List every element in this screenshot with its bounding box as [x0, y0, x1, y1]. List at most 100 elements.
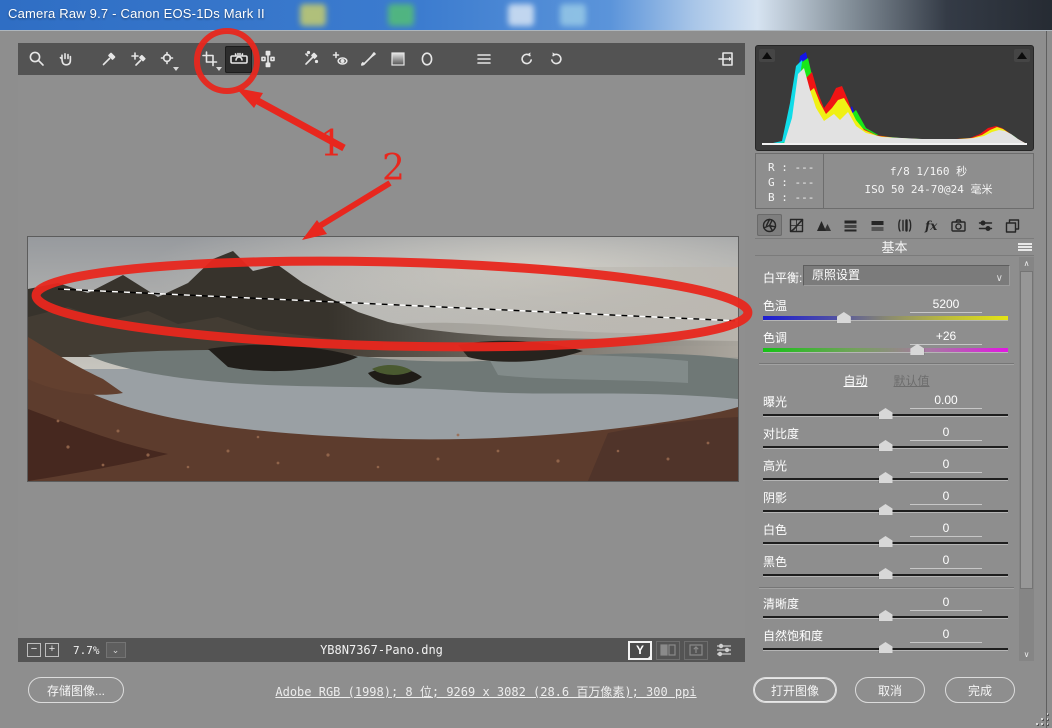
slider-value-field[interactable]: 0.00: [910, 393, 982, 409]
targeted-adjustment-tool-icon[interactable]: [153, 46, 180, 73]
tab-split-toning[interactable]: [865, 214, 890, 236]
iso-lens-label: ISO 50 24-70@24 毫米: [865, 183, 993, 197]
slider-value-field[interactable]: 5200: [910, 297, 982, 313]
hand-tool-icon[interactable]: [52, 46, 79, 73]
crop-tool-icon[interactable]: [196, 46, 223, 73]
menu-list-icon[interactable]: [470, 46, 497, 73]
slider-temperature: 色温 5200: [763, 295, 1010, 327]
scrollbar-thumb[interactable]: [1020, 271, 1033, 589]
zoom-level-dropdown[interactable]: ⌄: [106, 642, 126, 658]
slider-value-field[interactable]: 0: [910, 425, 982, 441]
slider-track[interactable]: [763, 510, 1008, 513]
slider-track[interactable]: [763, 316, 1008, 321]
wb-sliders-group: 色温 5200 色调 +26: [755, 295, 1018, 359]
slider-value-field[interactable]: 0: [910, 595, 982, 611]
save-image-button[interactable]: 存储图像...: [28, 677, 124, 703]
zoom-level-value[interactable]: 7.7%: [73, 644, 100, 657]
before-after-split-button[interactable]: [656, 641, 680, 660]
detail-sliders-group: 清晰度 0 自然饱和度 0: [755, 593, 1018, 657]
preview-toolbar: − + 7.7% ⌄ YB8N7367-Pano.dng Y: [18, 638, 745, 662]
graduated-filter-tool-icon[interactable]: [384, 46, 411, 73]
dialog-footer: 存储图像... Adobe RGB (1998); 8 位; 9269 x 30…: [0, 661, 1052, 728]
white-balance-row: 白平衡: 原照设置 ∨: [755, 265, 1018, 295]
radial-filter-tool-icon[interactable]: [413, 46, 440, 73]
tab-presets[interactable]: [973, 214, 998, 236]
tone-sliders-group: 曝光 0.00 对比度 0 高光 0 阴影 0 白色 0 黑色 0: [755, 391, 1018, 583]
tab-lens-corrections[interactable]: [892, 214, 917, 236]
straighten-tool-icon[interactable]: [225, 46, 252, 73]
rotate-right-icon[interactable]: [542, 46, 569, 73]
slider-track[interactable]: [763, 648, 1008, 651]
slider-thumb[interactable]: [879, 536, 893, 547]
panel-menu-icon[interactable]: [1018, 242, 1032, 254]
panel-scrollbar[interactable]: ∧ ∨: [1019, 257, 1034, 661]
slider-thumb[interactable]: [879, 408, 893, 419]
auto-link[interactable]: 自动: [843, 372, 867, 389]
zoom-in-button[interactable]: +: [45, 643, 59, 657]
tab-hsl-grayscale[interactable]: [838, 214, 863, 236]
slider-track[interactable]: [763, 348, 1008, 353]
slider-track[interactable]: [763, 542, 1008, 545]
done-button[interactable]: 完成: [945, 677, 1015, 703]
scroll-up-icon[interactable]: ∧: [1019, 257, 1034, 270]
tab-detail[interactable]: [811, 214, 836, 236]
slider-value-field[interactable]: 0: [910, 553, 982, 569]
swap-before-after-button[interactable]: [684, 641, 708, 660]
slider-thumb[interactable]: [879, 440, 893, 451]
slider-thumb[interactable]: [910, 344, 924, 355]
tab-effects[interactable]: fx: [919, 214, 944, 236]
slider-label: 对比度: [763, 425, 799, 442]
spot-removal-tool-icon[interactable]: [297, 46, 324, 73]
slider-thumb[interactable]: [837, 312, 851, 323]
tab-snapshots[interactable]: [1000, 214, 1025, 236]
slider-thumb[interactable]: [879, 504, 893, 515]
color-sampler-tool-icon[interactable]: [124, 46, 151, 73]
scroll-down-icon[interactable]: ∨: [1019, 648, 1034, 661]
slider-vibrance: 自然饱和度 0: [763, 625, 1010, 657]
image-info-box: R : --- G : --- B : --- f/8 1/160 秒 ISO …: [755, 153, 1034, 209]
desktop-icon-blob: [508, 4, 534, 26]
slider-track[interactable]: [763, 446, 1008, 449]
preview-area: − + 7.7% ⌄ YB8N7367-Pano.dng Y: [18, 75, 745, 638]
zoom-out-button[interactable]: −: [27, 643, 41, 657]
slider-track[interactable]: [763, 478, 1008, 481]
slider-thumb[interactable]: [879, 642, 893, 653]
highlight-clipping-warning-icon[interactable]: [1014, 49, 1030, 62]
tab-camera-calibration[interactable]: [946, 214, 971, 236]
rotate-left-icon[interactable]: [513, 46, 540, 73]
cancel-button[interactable]: 取消: [855, 677, 925, 703]
window-title: Camera Raw 9.7 - Canon EOS-1Ds Mark II: [8, 6, 265, 21]
slider-track[interactable]: [763, 414, 1008, 417]
slider-label: 曝光: [763, 393, 787, 410]
slider-track[interactable]: [763, 616, 1008, 619]
slider-value-field[interactable]: 0: [910, 627, 982, 643]
preview-mode-y-button[interactable]: Y: [628, 641, 652, 660]
toggle-fullscreen-icon[interactable]: [713, 46, 740, 73]
shadow-clipping-warning-icon[interactable]: [759, 49, 775, 62]
aperture-shutter-label: f/8 1/160 秒: [890, 165, 967, 179]
open-image-button[interactable]: 打开图像: [753, 677, 837, 703]
white-balance-select[interactable]: 原照设置 ∨: [803, 265, 1010, 286]
workflow-options-link[interactable]: Adobe RGB (1998); 8 位; 9269 x 3082 (28.6…: [240, 683, 732, 700]
default-link[interactable]: 默认值: [894, 372, 930, 389]
white-balance-tool-icon[interactable]: [95, 46, 122, 73]
red-eye-tool-icon[interactable]: [326, 46, 353, 73]
basic-panel-content: 白平衡: 原照设置 ∨ 色温 5200 色调 +26 自动 默认值: [755, 257, 1018, 661]
slider-value-field[interactable]: +26: [910, 329, 982, 345]
zoom-tool-icon[interactable]: [23, 46, 50, 73]
transform-tool-icon[interactable]: [254, 46, 281, 73]
resize-grip[interactable]: [1036, 713, 1048, 725]
slider-label: 高光: [763, 457, 787, 474]
slider-value-field[interactable]: 0: [910, 521, 982, 537]
photo-canvas[interactable]: [28, 237, 738, 481]
slider-value-field[interactable]: 0: [910, 457, 982, 473]
tab-tone-curve[interactable]: [784, 214, 809, 236]
tab-basic[interactable]: [757, 214, 782, 236]
preview-settings-icon[interactable]: [713, 640, 735, 660]
slider-thumb[interactable]: [879, 472, 893, 483]
slider-thumb[interactable]: [879, 610, 893, 621]
adjustment-brush-tool-icon[interactable]: [355, 46, 382, 73]
slider-track[interactable]: [763, 574, 1008, 577]
slider-value-field[interactable]: 0: [910, 489, 982, 505]
slider-thumb[interactable]: [879, 568, 893, 579]
